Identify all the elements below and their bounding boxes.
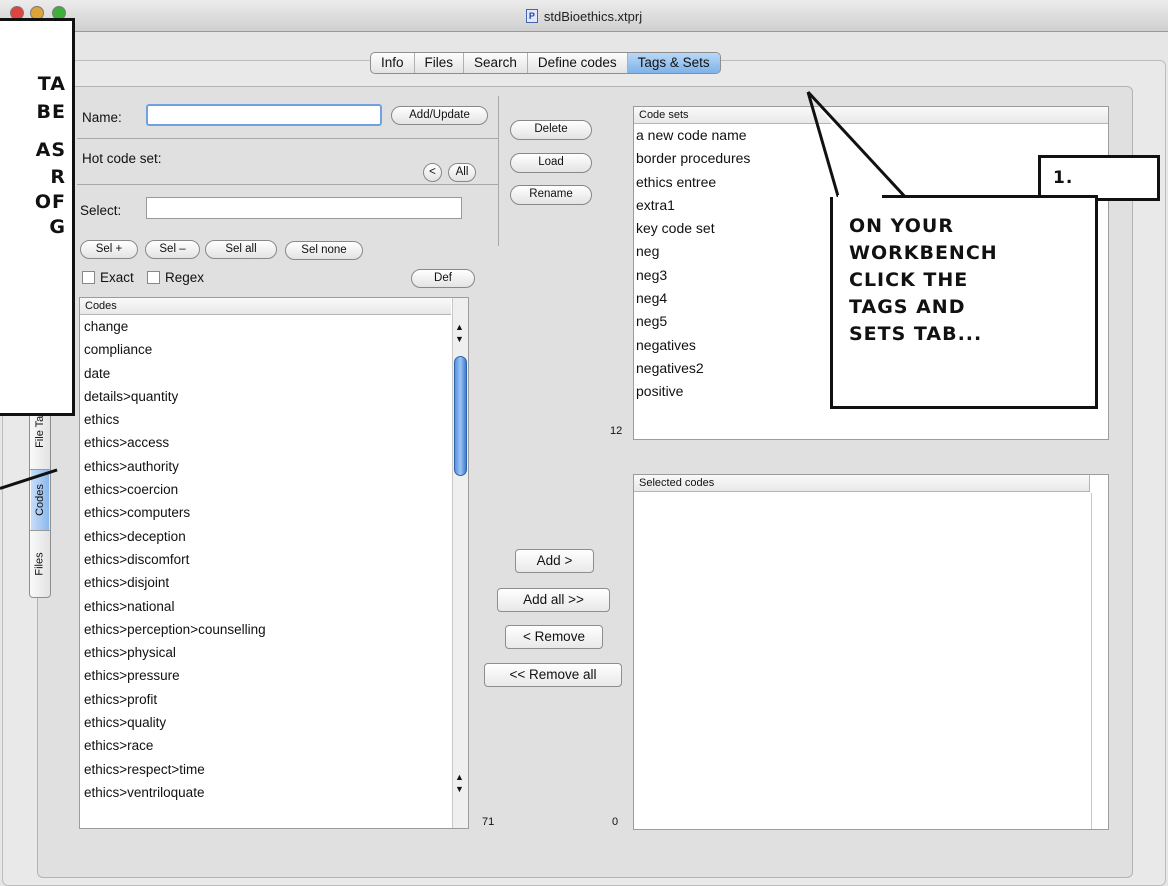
callout-line: SETS TAB... xyxy=(849,323,983,345)
code-list-item[interactable]: ethics xyxy=(80,408,468,431)
callout-fragment: OF xyxy=(34,191,66,213)
document-icon: P xyxy=(525,9,538,23)
callout-main-text: ON YOUR WORKBENCH CLICK THE TAGS AND SETS TA… xyxy=(849,213,1095,348)
code-list-item[interactable]: ethics>perception>counselling xyxy=(80,618,468,641)
codes-list-header: Codes xyxy=(80,298,451,315)
add-all-button[interactable]: Add all >> xyxy=(497,588,610,612)
code-list-item[interactable]: ethics>pressure xyxy=(80,664,468,687)
def-button[interactable]: Def xyxy=(411,269,475,288)
add-update-button[interactable]: Add/Update xyxy=(391,106,488,125)
code-list-item[interactable]: change xyxy=(80,315,468,338)
tab-info[interactable]: Info xyxy=(371,53,415,73)
code-list-item[interactable]: ethics>access xyxy=(80,431,468,454)
name-label: Name: xyxy=(82,110,122,125)
window-title: P stdBioethics.xtprj xyxy=(0,0,1168,32)
code-list-item[interactable]: date xyxy=(80,362,468,385)
side-tab-files[interactable]: Files xyxy=(31,531,49,597)
codes-count: 71 xyxy=(482,816,495,828)
codes-items: change compliance date details>quantity ethi… xyxy=(80,315,468,804)
scroll-up-icon[interactable]: ▲ xyxy=(455,772,464,782)
code-list-item[interactable]: ethics>physical xyxy=(80,641,468,664)
codes-list[interactable]: Codes change compliance date details>quanti… xyxy=(79,297,469,829)
callout-fragment: R xyxy=(50,166,66,188)
code-list-item[interactable]: ethics>deception xyxy=(80,525,468,548)
callout-line: TAGS AND xyxy=(849,296,966,318)
callout-fragment: AS xyxy=(35,139,66,161)
callout-fragment: TA xyxy=(37,73,66,95)
code-list-item[interactable]: ethics>respect>time xyxy=(80,758,468,781)
code-list-item[interactable]: ethics>disjoint xyxy=(80,571,468,594)
callout-line: WORKBENCH xyxy=(849,242,998,264)
load-button[interactable]: Load xyxy=(510,153,592,173)
sel-minus-button[interactable]: Sel – xyxy=(145,240,200,259)
code-list-item[interactable]: details>quantity xyxy=(80,385,468,408)
sel-all-button[interactable]: Sel all xyxy=(205,240,277,259)
codes-scrollbar[interactable]: ▲ ▼ ▲ ▼ xyxy=(452,298,468,828)
remove-all-button[interactable]: << Remove all xyxy=(484,663,622,687)
code-sets-count: 12 xyxy=(610,425,623,437)
callout-fragment: BE xyxy=(36,101,66,123)
select-label: Select: xyxy=(80,203,122,218)
exact-checkbox[interactable]: Exact xyxy=(82,270,134,285)
code-list-item[interactable]: compliance xyxy=(80,338,468,361)
add-button[interactable]: Add > xyxy=(515,549,594,573)
window-title-text: stdBioethics.xtprj xyxy=(543,8,643,24)
code-list-item[interactable]: ethics>national xyxy=(80,595,468,618)
previous-set-button[interactable]: < xyxy=(423,163,442,182)
callout-fragment: G xyxy=(49,216,66,238)
code-list-item[interactable]: ethics>ventriloquate xyxy=(80,781,468,804)
select-input[interactable] xyxy=(146,197,462,219)
selected-codes-scrollbar[interactable] xyxy=(1091,493,1108,829)
tab-define-codes[interactable]: Define codes xyxy=(528,53,628,73)
scroll-up-icon[interactable]: ▲ xyxy=(455,322,464,332)
name-input[interactable] xyxy=(146,104,382,126)
tutorial-callout-left: TA BE AS R OF G xyxy=(0,18,75,416)
code-list-item[interactable]: ethics>race xyxy=(80,734,468,757)
workbench-tabs: Info Files Search Define codes Tags & Se… xyxy=(370,52,721,74)
sel-none-button[interactable]: Sel none xyxy=(285,241,363,260)
remove-button[interactable]: < Remove xyxy=(505,625,603,649)
regex-checkbox-box[interactable] xyxy=(147,271,160,284)
tutorial-callout-main: ON YOUR WORKBENCH CLICK THE TAGS AND SETS TA… xyxy=(830,197,1098,409)
exact-checkbox-box[interactable] xyxy=(82,271,95,284)
callout-line: ON YOUR xyxy=(849,215,954,237)
code-list-item[interactable]: ethics>quality xyxy=(80,711,468,734)
all-sets-button[interactable]: All xyxy=(448,163,476,182)
code-list-item[interactable]: ethics>computers xyxy=(80,501,468,524)
code-list-item[interactable]: ethics>coercion xyxy=(80,478,468,501)
sel-plus-button[interactable]: Sel + xyxy=(80,240,138,259)
tab-tags-and-sets[interactable]: Tags & Sets xyxy=(627,53,720,73)
scroll-down-icon[interactable]: ▼ xyxy=(455,334,464,344)
code-list-item[interactable]: ethics>authority xyxy=(80,455,468,478)
code-list-item[interactable]: ethics>profit xyxy=(80,688,468,711)
hot-code-set-label: Hot code set: xyxy=(82,151,162,166)
tab-files[interactable]: Files xyxy=(415,53,465,73)
rename-button[interactable]: Rename xyxy=(510,185,592,205)
delete-button[interactable]: Delete xyxy=(510,120,592,140)
regex-checkbox[interactable]: Regex xyxy=(147,270,204,285)
tab-search[interactable]: Search xyxy=(464,53,528,73)
selected-codes-header: Selected codes xyxy=(634,475,1090,492)
codes-scroll-thumb[interactable] xyxy=(454,356,467,476)
scroll-down-icon[interactable]: ▼ xyxy=(455,784,464,794)
selected-codes-list[interactable]: Selected codes xyxy=(633,474,1109,830)
code-list-item[interactable]: ethics>discomfort xyxy=(80,548,468,571)
selected-count: 0 xyxy=(612,816,619,828)
callout-line: CLICK THE xyxy=(849,269,969,291)
